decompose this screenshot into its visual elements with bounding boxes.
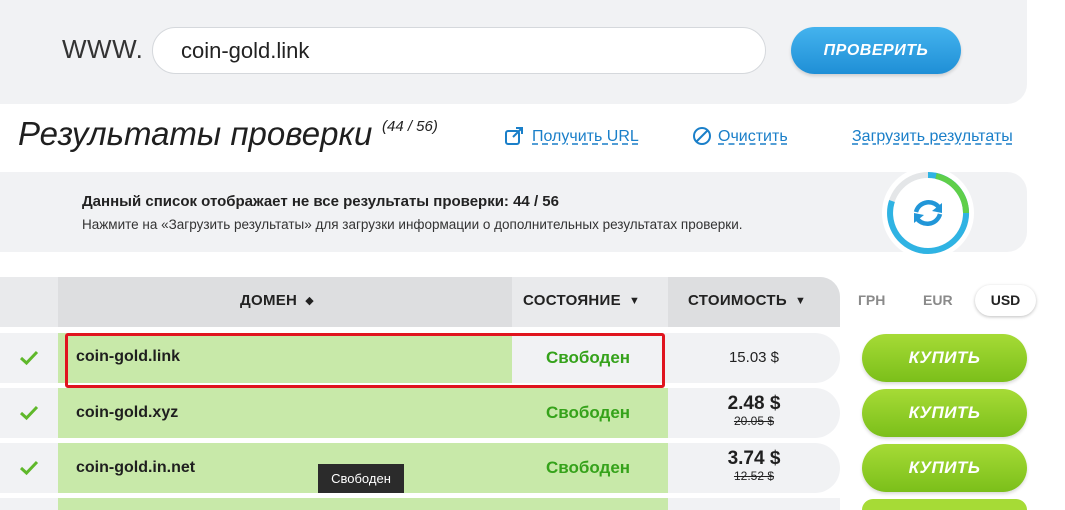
row-highlight [58, 498, 668, 510]
check-icon[interactable] [19, 350, 39, 366]
old-price: 12.52 $ [733, 469, 775, 483]
price-value: 3.74 $ [727, 448, 781, 469]
info-text: Нажмите на «Загрузить результаты» для за… [82, 217, 743, 232]
cost-column-header[interactable]: СТОИМОСТЬ ▼ [688, 292, 806, 309]
results-title: Результаты проверки [18, 115, 373, 152]
price: 2.48 $ 20.05 $ [668, 393, 840, 429]
info-heading: Данный список отображает не все результа… [82, 193, 559, 210]
sort-icon: ◆ [305, 295, 314, 307]
buy-button[interactable]: КУПИТЬ [862, 444, 1027, 492]
reload-progress-icon[interactable] [880, 165, 976, 261]
external-link-icon[interactable] [504, 126, 524, 146]
check-button[interactable]: ПРОВЕРИТЬ [791, 27, 961, 74]
chevron-down-icon: ▼ [628, 295, 641, 307]
domain-column-header[interactable]: ДОМЕН ◆ [240, 292, 314, 309]
highlight-box [65, 333, 665, 388]
check-icon[interactable] [19, 460, 39, 476]
currency-eur[interactable]: EUR [923, 292, 953, 308]
check-icon[interactable] [19, 405, 39, 421]
info-panel [0, 172, 1027, 252]
clear-icon[interactable] [692, 126, 712, 146]
buy-button[interactable]: КУПИТЬ [862, 334, 1027, 382]
results-count: (44 / 56) [382, 118, 438, 135]
domain-name: coin-gold.xyz [76, 404, 179, 421]
domain-search-input[interactable] [152, 27, 766, 74]
chevron-down-icon: ▼ [794, 295, 807, 307]
status-badge: Свободен [546, 458, 631, 477]
price: 15.03 $ [668, 349, 840, 367]
page: WWW. ПРОВЕРИТЬ Результаты проверки (44 /… [0, 0, 1065, 510]
load-results-link[interactable]: Загрузить результаты [852, 128, 1013, 146]
price: 3.74 $ 12.52 $ [668, 448, 840, 484]
price-value: 2.48 $ [727, 393, 781, 414]
currency-uah[interactable]: ГРН [858, 292, 885, 308]
price-value: 15.03 $ [728, 349, 780, 366]
buy-button[interactable]: КУПИТЬ [862, 389, 1027, 437]
tooltip: Свободен [318, 464, 404, 493]
www-prefix: WWW. [62, 34, 144, 64]
buy-button[interactable] [862, 499, 1027, 510]
currency-usd[interactable]: USD [975, 285, 1036, 316]
clear-link[interactable]: Очистить [718, 128, 788, 146]
old-price: 20.05 $ [733, 414, 775, 428]
status-badge: Свободен [546, 403, 631, 422]
status-column-header[interactable]: СОСТОЯНИЕ ▼ [523, 292, 640, 309]
domain-name: coin-gold.in.net [76, 459, 196, 476]
get-url-link[interactable]: Получить URL [532, 128, 639, 146]
